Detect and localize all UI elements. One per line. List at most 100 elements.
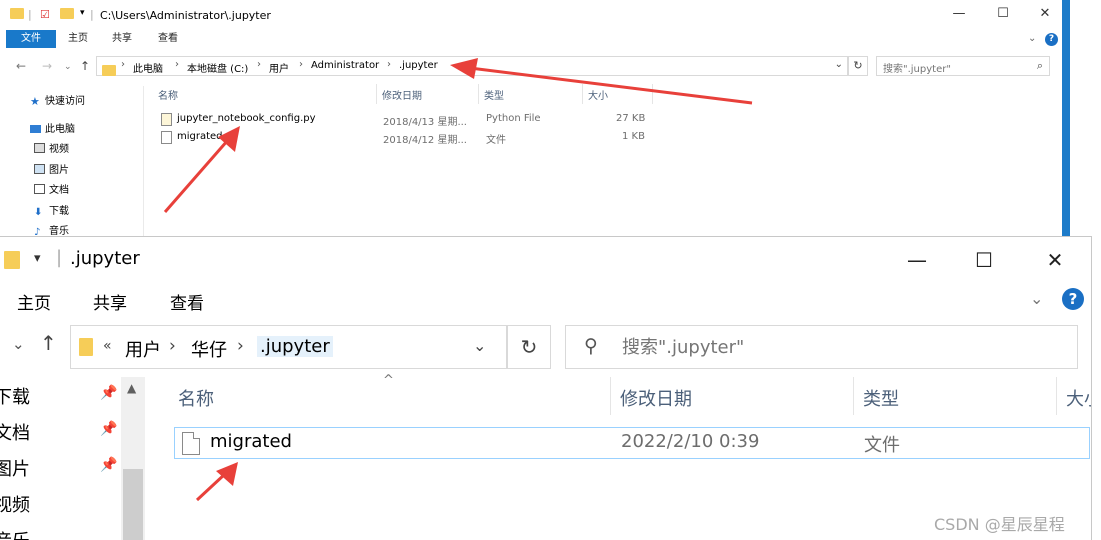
file-row[interactable]: migrated 2018/4/12 星期... 文件 1 KB xyxy=(160,129,660,146)
column-header-type[interactable]: 类型 xyxy=(863,385,899,411)
search-icon: ⚲ xyxy=(584,335,598,357)
column-divider[interactable] xyxy=(478,84,479,104)
breadcrumb-this-pc[interactable]: 此电脑 xyxy=(133,60,163,75)
tab-home[interactable]: 主页 xyxy=(60,30,96,48)
picture-icon xyxy=(34,164,45,174)
tab-view[interactable]: 查看 xyxy=(170,289,204,314)
column-header-date[interactable]: 修改日期 xyxy=(382,87,422,102)
sidebar-item-pictures[interactable]: 图片 xyxy=(34,161,69,176)
sidebar-item-videos[interactable]: 视频 xyxy=(0,491,30,517)
properties-icon[interactable]: ☑ xyxy=(40,8,50,21)
column-header-name[interactable]: 名称 xyxy=(178,385,214,411)
divider: | xyxy=(90,8,94,21)
customize-quick-access-icon[interactable]: ▾ xyxy=(34,251,41,266)
up-icon[interactable]: ↑ xyxy=(80,59,90,73)
column-header-type[interactable]: 类型 xyxy=(484,87,504,102)
column-divider[interactable] xyxy=(582,84,583,104)
recent-locations-chevron-icon[interactable]: ⌄ xyxy=(64,62,72,72)
expand-ribbon-chevron-icon[interactable]: ⌄ xyxy=(1028,33,1036,44)
watermark: CSDN @星辰星程 xyxy=(934,515,1065,534)
navigation-scrollbar[interactable]: ▲ xyxy=(121,377,145,540)
expand-ribbon-chevron-icon[interactable]: ⌄ xyxy=(1030,289,1043,308)
breadcrumb-overflow[interactable]: « xyxy=(103,338,112,354)
file-row[interactable]: jupyter_notebook_config.py 2018/4/13 星期.… xyxy=(160,111,660,128)
sidebar-item-downloads[interactable]: 下载 xyxy=(0,383,30,409)
tab-share[interactable]: 共享 xyxy=(93,289,127,314)
file-type: 文件 xyxy=(486,135,506,146)
search-icon: ⌕ xyxy=(1036,59,1043,72)
column-header-name[interactable]: 名称 xyxy=(158,87,178,102)
breadcrumb-huazai[interactable]: 华仔 xyxy=(191,336,227,362)
new-folder-icon[interactable] xyxy=(60,8,74,22)
breadcrumb-local-disk[interactable]: 本地磁盘 (C:) xyxy=(187,60,248,75)
column-headers: 名称 修改日期 类型 大小 xyxy=(144,84,1062,104)
column-header-date[interactable]: 修改日期 xyxy=(620,385,692,411)
address-dropdown-icon[interactable]: ⌄ xyxy=(835,59,843,70)
column-divider[interactable] xyxy=(652,84,653,104)
sidebar-item-downloads[interactable]: ⬇ 下载 xyxy=(34,202,69,218)
minimize-button[interactable]: — xyxy=(894,245,940,275)
forward-icon[interactable]: → xyxy=(42,59,52,73)
refresh-button[interactable]: ↻ xyxy=(848,56,868,76)
scrollbar-thumb[interactable] xyxy=(123,469,143,540)
column-headers: 名称 修改日期 类型 大小 xyxy=(160,377,1091,415)
column-divider[interactable] xyxy=(610,377,611,415)
sidebar-item-quick-access[interactable]: ★ 快速访问 xyxy=(30,92,85,108)
pin-icon[interactable]: 📌 xyxy=(100,385,117,401)
column-header-size[interactable]: 大小 xyxy=(588,87,608,102)
minimize-button[interactable]: — xyxy=(944,6,974,24)
maximize-button[interactable]: ☐ xyxy=(988,6,1018,24)
address-bar[interactable]: « 用户 › 华仔 › .jupyter ⌄ xyxy=(70,325,507,369)
sidebar-item-music[interactable]: 音乐 xyxy=(0,527,30,540)
tab-share[interactable]: 共享 xyxy=(104,30,140,48)
address-bar[interactable]: › 此电脑 › 本地磁盘 (C:) › 用户 › Administrator ›… xyxy=(96,56,848,76)
close-button[interactable]: ✕ xyxy=(1030,6,1060,24)
sidebar-item-music[interactable]: ♪ 音乐 xyxy=(34,222,69,236)
address-dropdown-icon[interactable]: ⌄ xyxy=(473,336,486,355)
sidebar-item-pictures[interactable]: 图片 xyxy=(0,455,30,481)
document-icon xyxy=(34,184,45,194)
breadcrumb-jupyter[interactable]: .jupyter xyxy=(399,60,438,71)
sidebar-item-documents[interactable]: 文档 xyxy=(0,419,30,445)
sidebar-item-videos[interactable]: 视频 xyxy=(34,140,69,155)
refresh-button[interactable]: ↻ xyxy=(507,325,551,369)
scroll-up-arrow-icon[interactable]: ▲ xyxy=(127,381,136,395)
recent-locations-chevron-icon[interactable]: ⌄ xyxy=(12,335,25,353)
help-icon[interactable]: ? xyxy=(1062,288,1084,310)
search-box[interactable]: ⌕ xyxy=(876,56,1050,79)
pin-icon[interactable]: 📌 xyxy=(100,457,117,473)
tab-file[interactable]: 文件 xyxy=(6,30,56,48)
file-date: 2022/2/10 0:39 xyxy=(621,431,760,452)
window-title: C:\Users\Administrator\.jupyter xyxy=(100,9,271,22)
back-icon[interactable]: ← xyxy=(16,59,26,73)
pin-icon[interactable]: 📌 xyxy=(100,421,117,437)
tab-home[interactable]: 主页 xyxy=(17,289,51,314)
video-icon xyxy=(34,143,45,153)
navigation-bar: ⌄ ↑ « 用户 › 华仔 › .jupyter ⌄ ↻ ⚲ xyxy=(0,323,1091,371)
sidebar-item-documents[interactable]: 文档 xyxy=(34,181,69,196)
column-header-size[interactable]: 大小 xyxy=(1066,385,1091,411)
breadcrumb-users[interactable]: 用户 xyxy=(125,336,161,362)
file-icon xyxy=(182,432,200,455)
column-divider[interactable] xyxy=(1056,377,1057,415)
search-input[interactable] xyxy=(877,60,1027,79)
maximize-button[interactable]: ☐ xyxy=(961,245,1007,275)
file-type: 文件 xyxy=(864,435,900,456)
help-icon[interactable]: ? xyxy=(1045,33,1058,46)
search-input[interactable] xyxy=(622,334,1052,360)
breadcrumb-jupyter[interactable]: .jupyter xyxy=(257,336,333,357)
bottom-explorer-window: ▾ | .jupyter — ☐ ✕ 主页 共享 查看 ⌄ ? ⌄ ↑ « 用户… xyxy=(0,236,1092,540)
breadcrumb-administrator[interactable]: Administrator xyxy=(311,60,379,71)
up-icon[interactable]: ↑ xyxy=(40,331,57,355)
breadcrumb-users[interactable]: 用户 xyxy=(269,60,289,75)
file-row[interactable]: migrated 2022/2/10 0:39 文件 xyxy=(174,427,1090,459)
column-divider[interactable] xyxy=(376,84,377,104)
tab-view[interactable]: 查看 xyxy=(150,30,186,48)
close-button[interactable]: ✕ xyxy=(1032,245,1078,275)
search-box[interactable]: ⚲ xyxy=(565,325,1078,369)
file-name: migrated xyxy=(210,431,292,452)
sidebar-item-this-pc[interactable]: 此电脑 xyxy=(30,120,75,135)
column-divider[interactable] xyxy=(853,377,854,415)
customize-quick-access-icon[interactable]: ▾ xyxy=(80,8,85,18)
breadcrumb-separator-icon: › xyxy=(121,59,125,70)
